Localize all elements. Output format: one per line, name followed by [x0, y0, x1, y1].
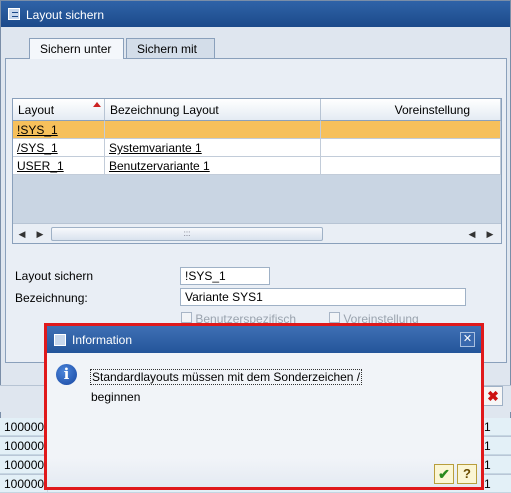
dialog-title: Information [72, 333, 133, 347]
list-cell: 100000 [4, 420, 45, 434]
cell-voreinstellung[interactable] [321, 121, 501, 139]
sort-ascending-icon [93, 102, 101, 107]
table-row[interactable]: USER_1 Benutzervariante 1 [13, 157, 501, 175]
info-icon: i [56, 364, 77, 385]
confirm-button[interactable]: ✔ [434, 464, 454, 484]
cell-bezeichnung[interactable]: Systemvariante 1 [105, 139, 321, 157]
dialog-window-icon [54, 334, 66, 346]
window-icon [8, 8, 20, 20]
column-header-layout[interactable]: Layout [13, 99, 105, 121]
scrollbar-thumb[interactable]: ::: [51, 227, 323, 241]
dialog-footer [47, 458, 481, 487]
bezeichnung-label: Bezeichnung: [15, 291, 88, 305]
window-title-bar: Layout sichern [1, 1, 510, 27]
bezeichnung-field[interactable]: Variante SYS1 [180, 288, 466, 306]
tab-sichern-mit[interactable]: Sichern mit [126, 38, 215, 58]
cell-voreinstellung[interactable] [321, 139, 501, 157]
help-button[interactable]: ? [457, 464, 477, 484]
list-cell: 100000 [4, 458, 45, 472]
layout-grid: Layout Bezeichnung Layout Voreinstellung… [12, 98, 502, 244]
layout-name-field[interactable]: !SYS_1 [180, 267, 270, 285]
list-cell: 1 [484, 477, 491, 491]
table-row[interactable]: /SYS_1 Systemvariante 1 [13, 139, 501, 157]
list-cell: 1 [484, 439, 491, 453]
close-icon[interactable]: ✕ [460, 332, 475, 347]
list-cell: 1 [484, 458, 491, 472]
list-cell: 1 [484, 420, 491, 434]
cell-bezeichnung[interactable]: Benutzervariante 1 [105, 157, 321, 175]
list-cell: 100000 [4, 477, 45, 491]
scroll-right-icon[interactable]: ▶ [33, 227, 47, 241]
checkbox-icon [181, 312, 192, 323]
window-title: Layout sichern [26, 8, 105, 22]
column-header-bezeichnung[interactable]: Bezeichnung Layout [105, 99, 321, 121]
horizontal-scrollbar[interactable]: ◀ ▶ ::: ◀ ▶ [13, 223, 501, 243]
message-line-1: Standardlayouts müssen mit dem Sonderzei… [90, 369, 363, 385]
tab-sichern-unter[interactable]: Sichern unter [29, 38, 124, 59]
cell-bezeichnung[interactable] [105, 121, 321, 139]
cell-layout[interactable]: USER_1 [13, 157, 105, 175]
cell-layout[interactable]: !SYS_1 [13, 121, 105, 139]
table-row[interactable]: !SYS_1 [13, 121, 501, 139]
scroll-left-icon[interactable]: ◀ [15, 227, 29, 241]
cell-voreinstellung[interactable] [321, 157, 501, 175]
scroll-left-end-icon[interactable]: ◀ [465, 227, 479, 241]
cell-layout[interactable]: /SYS_1 [13, 139, 105, 157]
column-header-label: Layout [18, 103, 55, 117]
column-header-voreinstellung[interactable]: Voreinstellung [321, 99, 501, 121]
information-dialog: Information ✕ i Standardlayouts müssen m… [44, 323, 484, 490]
layout-sichern-label: Layout sichern [15, 269, 94, 283]
message-line-2: beginnen [91, 390, 141, 404]
scroll-right-end-icon[interactable]: ▶ [483, 227, 497, 241]
list-cell: 100000 [4, 439, 45, 453]
cancel-button[interactable]: ✖ [483, 386, 503, 406]
checkbox-icon [329, 312, 340, 323]
dialog-title-bar: Information ✕ [47, 326, 481, 353]
